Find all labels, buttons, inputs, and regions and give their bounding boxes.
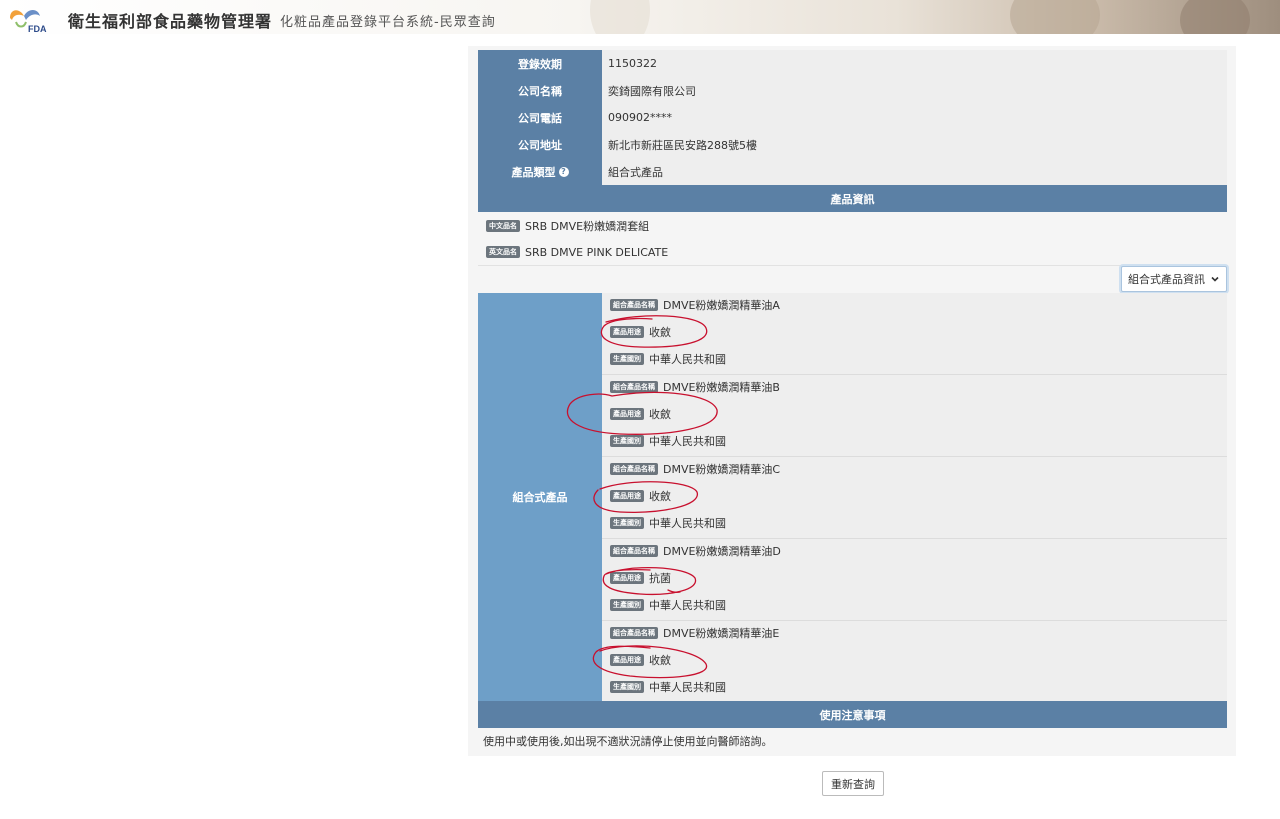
combo-name-badge: 組合產品名稱: [610, 381, 658, 393]
combo-item-name-line: 組合產品名稱 DMVE粉嫩嬌潤精華油A: [610, 297, 780, 313]
chinese-name: SRB DMVE粉嫩嬌潤套組: [525, 219, 650, 233]
combo-item-origin-line: 生產國別 中華人民共和國: [610, 433, 726, 449]
combo-item-use: 收斂: [649, 408, 671, 421]
chinese-name-row: 中文品名 SRB DMVE粉嫩嬌潤套組: [478, 212, 1227, 239]
combo-item-origin-line: 生產國別 中華人民共和國: [610, 515, 726, 531]
value-company-address: 新北市新莊區民安路288號5樓: [602, 131, 1227, 158]
site-header: FDA 衛生福利部食品藥物管理署 化粧品產品登錄平台系統-民眾查詢: [0, 0, 1280, 34]
combo-products-label: 組合式產品: [478, 293, 602, 701]
header-decoration: [590, 0, 650, 34]
combo-origin-badge: 生產國別: [610, 517, 644, 529]
combo-item-use: 收斂: [649, 326, 671, 339]
label-expiry: 登錄效期: [478, 50, 602, 77]
system-name: 化粧品產品登錄平台系統-民眾查詢: [280, 15, 496, 30]
combo-item-use: 收斂: [649, 490, 671, 503]
combo-item-origin: 中華人民共和國: [649, 435, 726, 448]
agency-name: 衛生福利部食品藥物管理署: [68, 12, 273, 31]
fda-logo[interactable]: FDA: [6, 4, 50, 34]
header-decoration: [1180, 0, 1250, 34]
combo-item: 組合產品名稱 DMVE粉嫩嬌潤精華油C 產品用途 收斂 生產國別 中華人民共和國: [602, 457, 1227, 539]
combo-item: 組合產品名稱 DMVE粉嫩嬌潤精華油B 產品用途 收斂 生產國別 中華人民共和國: [602, 375, 1227, 457]
combo-name-badge: 組合產品名稱: [610, 545, 658, 557]
combo-info-dropdown[interactable]: 組合式產品資訊: [1121, 266, 1227, 292]
combo-item-use: 收斂: [649, 654, 671, 667]
english-name-row: 英文品名 SRB DMVE PINK DELICATE: [478, 239, 1227, 266]
combo-item-name-line: 組合產品名稱 DMVE粉嫩嬌潤精華油E: [610, 625, 779, 641]
combo-item-name: DMVE粉嫩嬌潤精華油D: [663, 545, 781, 558]
combo-item-origin-line: 生產國別 中華人民共和國: [610, 351, 726, 367]
combo-origin-badge: 生產國別: [610, 599, 644, 611]
value-product-type: 組合式產品: [602, 158, 1227, 185]
combo-origin-badge: 生產國別: [610, 681, 644, 693]
combo-item-name: DMVE粉嫩嬌潤精華油E: [663, 627, 780, 640]
chevron-down-icon: [1211, 276, 1219, 282]
combo-item: 組合產品名稱 DMVE粉嫩嬌潤精華油E 產品用途 收斂 生產國別 中華人民共和國: [602, 621, 1227, 703]
combo-item-origin: 中華人民共和國: [649, 517, 726, 530]
combo-use-badge: 產品用途: [610, 572, 644, 584]
value-company-name: 奕錡國際有限公司: [602, 77, 1227, 104]
combo-item: 組合產品名稱 DMVE粉嫩嬌潤精華油D 產品用途 抗菌 生產國別 中華人民共和國: [602, 539, 1227, 621]
combo-item-name: DMVE粉嫩嬌潤精華油A: [663, 299, 780, 312]
combo-item-origin-line: 生產國別 中華人民共和國: [610, 597, 726, 613]
requery-button[interactable]: 重新查詢: [822, 771, 884, 796]
chinese-name-badge: 中文品名: [486, 219, 520, 232]
combo-item-name-line: 組合產品名稱 DMVE粉嫩嬌潤精華油C: [610, 461, 780, 477]
value-expiry: 1150322: [602, 50, 1227, 77]
combo-item-origin: 中華人民共和國: [649, 599, 726, 612]
label-company-phone: 公司電話: [478, 104, 602, 131]
question-circle-icon[interactable]: ?: [558, 166, 569, 177]
header-decoration: [1010, 0, 1100, 34]
english-name: SRB DMVE PINK DELICATE: [525, 245, 669, 259]
value-company-phone: 090902****: [602, 104, 1227, 131]
label-product-type: 產品類型 ?: [478, 158, 602, 185]
combo-use-badge: 產品用途: [610, 326, 644, 338]
combo-item-use-line: 產品用途 收斂: [610, 324, 671, 340]
label-product-type-text: 產品類型: [511, 165, 556, 179]
combo-item-origin: 中華人民共和國: [649, 353, 726, 366]
combo-item-use: 抗菌: [649, 572, 671, 585]
product-info-heading: 產品資訊: [478, 185, 1227, 212]
combo-item-origin: 中華人民共和國: [649, 681, 726, 694]
logo-text: FDA: [28, 24, 47, 34]
combo-info-dropdown-label: 組合式產品資訊: [1128, 273, 1205, 286]
combo-item: 組合產品名稱 DMVE粉嫩嬌潤精華油A 產品用途 收斂 生產國別 中華人民共和國: [602, 293, 1227, 375]
combo-products-list: 組合產品名稱 DMVE粉嫩嬌潤精華油A 產品用途 收斂 生產國別 中華人民共和國 組合…: [602, 293, 1227, 701]
combo-item-use-line: 產品用途 抗菌: [610, 570, 671, 586]
combo-name-badge: 組合產品名稱: [610, 299, 658, 311]
notice-heading: 使用注意事項: [478, 701, 1227, 728]
combo-name-badge: 組合產品名稱: [610, 627, 658, 639]
combo-use-badge: 產品用途: [610, 408, 644, 420]
english-name-badge: 英文品名: [486, 246, 520, 258]
combo-item-name-line: 組合產品名稱 DMVE粉嫩嬌潤精華油B: [610, 379, 780, 395]
combo-origin-badge: 生產國別: [610, 435, 644, 447]
combo-item-use-line: 產品用途 收斂: [610, 488, 671, 504]
combo-item-name: DMVE粉嫩嬌潤精華油C: [663, 463, 781, 476]
combo-name-badge: 組合產品名稱: [610, 463, 658, 475]
label-company-name: 公司名稱: [478, 77, 602, 104]
combo-item-name-line: 組合產品名稱 DMVE粉嫩嬌潤精華油D: [610, 543, 781, 559]
combo-origin-badge: 生產國別: [610, 353, 644, 365]
combo-item-origin-line: 生產國別 中華人民共和國: [610, 679, 726, 695]
notice-text: 使用中或使用後,如出現不適狀況請停止使用並向醫師諮詢。: [478, 728, 1227, 754]
combo-item-name: DMVE粉嫩嬌潤精華油B: [663, 381, 780, 394]
combo-use-badge: 產品用途: [610, 654, 644, 666]
combo-item-use-line: 產品用途 收斂: [610, 406, 671, 422]
label-company-address: 公司地址: [478, 131, 602, 158]
combo-use-badge: 產品用途: [610, 490, 644, 502]
combo-item-use-line: 產品用途 收斂: [610, 652, 671, 668]
